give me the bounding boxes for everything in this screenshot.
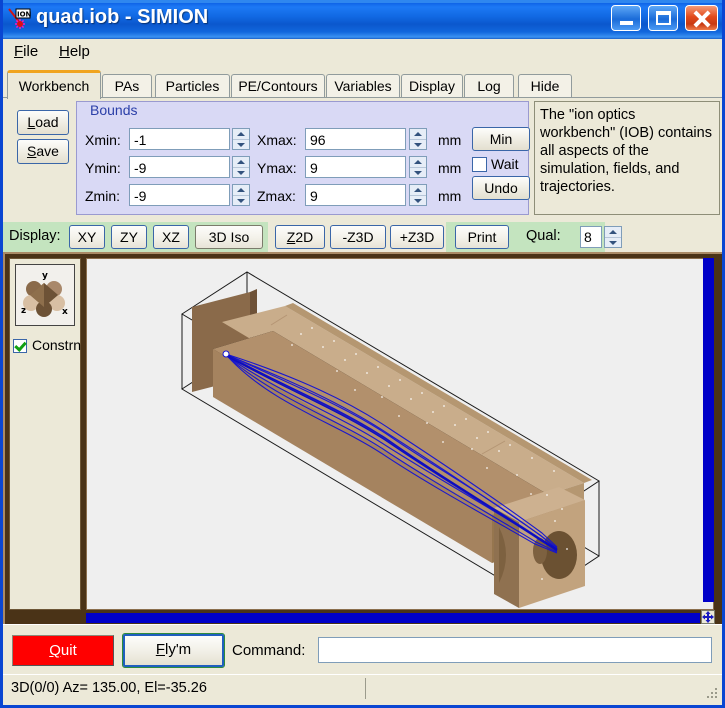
zmin-spinner[interactable] xyxy=(232,184,250,206)
bottom-controls: Quit Fly'm Command: xyxy=(3,624,722,675)
fly-particles-button[interactable]: Fly'm xyxy=(122,633,225,668)
view-xy-button[interactable]: XY xyxy=(69,225,105,249)
ymax-label: Ymax: xyxy=(257,160,297,176)
menu-file-rest: ile xyxy=(23,43,39,60)
tab-variables[interactable]: Variables xyxy=(326,74,400,98)
y-unit: mm xyxy=(438,160,462,176)
tab-pe-contours[interactable]: PE/Contours xyxy=(231,74,325,98)
3d-view-canvas[interactable] xyxy=(86,258,714,610)
xmax-input[interactable] xyxy=(305,128,406,150)
move-grip-icon[interactable] xyxy=(701,610,715,624)
view-xz-button[interactable]: XZ xyxy=(153,225,189,249)
ymin-label: Ymin: xyxy=(85,160,121,176)
minimize-icon xyxy=(620,21,633,25)
fly-label-rest: ly'm xyxy=(164,641,192,658)
wait-checkbox[interactable] xyxy=(472,157,487,172)
zmax-input[interactable] xyxy=(305,184,406,206)
view-z2d-button[interactable]: Z2D xyxy=(275,225,325,249)
x-unit: mm xyxy=(438,132,462,148)
title-bar: ION quad.iob - SIMION xyxy=(3,0,722,39)
tab-hide[interactable]: Hide xyxy=(518,74,572,98)
ymin-input[interactable] xyxy=(129,156,230,178)
ymax-spinner[interactable] xyxy=(409,156,427,178)
menu-item-file[interactable]: File xyxy=(14,43,38,60)
viewport-container: y z x Constrn xyxy=(3,252,722,624)
status-divider xyxy=(365,678,366,699)
quadrupole-3d-render xyxy=(87,259,713,609)
quit-label-rest: uit xyxy=(60,642,77,659)
z2d-rest: 2D xyxy=(295,229,314,245)
quality-input[interactable] xyxy=(580,226,602,248)
view-zy-button[interactable]: ZY xyxy=(111,225,147,249)
resize-corner-icon[interactable] xyxy=(707,688,719,700)
xmin-label: Xmin: xyxy=(85,132,121,148)
zmax-label: Zmax: xyxy=(257,188,296,204)
display-toolbar: Display: XY ZY XZ 3D Iso Z2D -Z3D +Z3D P… xyxy=(3,222,722,252)
ymax-input[interactable] xyxy=(305,156,406,178)
minimize-button[interactable] xyxy=(611,5,641,31)
simion-main-window: ION quad.iob - SIMION File Help Workbenc… xyxy=(0,0,725,708)
svg-text:y: y xyxy=(42,271,48,281)
maximize-icon xyxy=(656,11,671,25)
tab-strip: Workbench PAs Particles PE/Contours Vari… xyxy=(3,70,722,99)
close-icon xyxy=(686,6,717,30)
status-text: 3D(0/0) Az= 135.00, El=-35.26 xyxy=(11,680,207,696)
menu-item-help[interactable]: Help xyxy=(59,43,90,60)
close-button[interactable] xyxy=(685,5,718,31)
tab-pas[interactable]: PAs xyxy=(102,74,152,98)
tab-particles[interactable]: Particles xyxy=(155,74,230,98)
quit-button[interactable]: Quit xyxy=(12,635,114,666)
save-label-rest: ave xyxy=(36,143,59,159)
undo-button[interactable]: Undo xyxy=(472,176,530,200)
view-plus-z3d-button[interactable]: +Z3D xyxy=(390,225,444,249)
simion-ion-icon: ION xyxy=(7,7,32,32)
menu-help-rest: elp xyxy=(69,43,90,60)
command-input[interactable] xyxy=(318,637,712,663)
zmin-label: Zmin: xyxy=(85,188,120,204)
tab-display[interactable]: Display xyxy=(401,74,463,98)
horizontal-scrollbar[interactable] xyxy=(86,613,700,623)
xmax-label: Xmax: xyxy=(257,132,297,148)
min-bounds-button[interactable]: Min xyxy=(472,127,530,151)
viewport-left-pane: y z x Constrn xyxy=(9,258,81,610)
z-unit: mm xyxy=(438,188,462,204)
load-label-rest: oad xyxy=(35,114,59,130)
quality-label: Qual: xyxy=(526,228,561,244)
xmin-input[interactable] xyxy=(129,128,230,150)
load-button[interactable]: Load xyxy=(17,110,69,135)
wait-label: Wait xyxy=(491,156,519,172)
tab-workbench[interactable]: Workbench xyxy=(7,70,101,99)
maximize-button[interactable] xyxy=(648,5,678,31)
svg-text:x: x xyxy=(62,307,68,317)
quality-spinner[interactable] xyxy=(604,226,622,248)
constrn-label: Constrn xyxy=(32,337,82,353)
ymin-spinner[interactable] xyxy=(232,156,250,178)
vertical-scrollbar[interactable] xyxy=(703,258,714,602)
command-label: Command: xyxy=(232,642,306,659)
print-button[interactable]: Print xyxy=(455,225,509,249)
svg-text:ION: ION xyxy=(17,11,32,19)
xmin-spinner[interactable] xyxy=(232,128,250,150)
bounds-legend: Bounds xyxy=(86,102,142,118)
view-minus-z3d-button[interactable]: -Z3D xyxy=(330,225,386,249)
window-title: quad.iob - SIMION xyxy=(36,6,209,28)
display-toolbar-label: Display: xyxy=(9,228,61,244)
workbench-description: The "ion optics workbench" (IOB) contain… xyxy=(534,101,720,215)
zmin-input[interactable] xyxy=(129,184,230,206)
tab-log[interactable]: Log xyxy=(464,74,514,98)
status-bar: 3D(0/0) Az= 135.00, El=-35.26 xyxy=(3,674,722,702)
menu-bar: File Help xyxy=(3,39,722,66)
view-3d-iso-button[interactable]: 3D Iso xyxy=(195,225,263,249)
zmax-spinner[interactable] xyxy=(409,184,427,206)
orientation-cube-icon[interactable]: y z x xyxy=(15,264,75,326)
xmax-spinner[interactable] xyxy=(409,128,427,150)
save-button[interactable]: Save xyxy=(17,139,69,164)
constrn-checkbox[interactable] xyxy=(13,339,27,353)
